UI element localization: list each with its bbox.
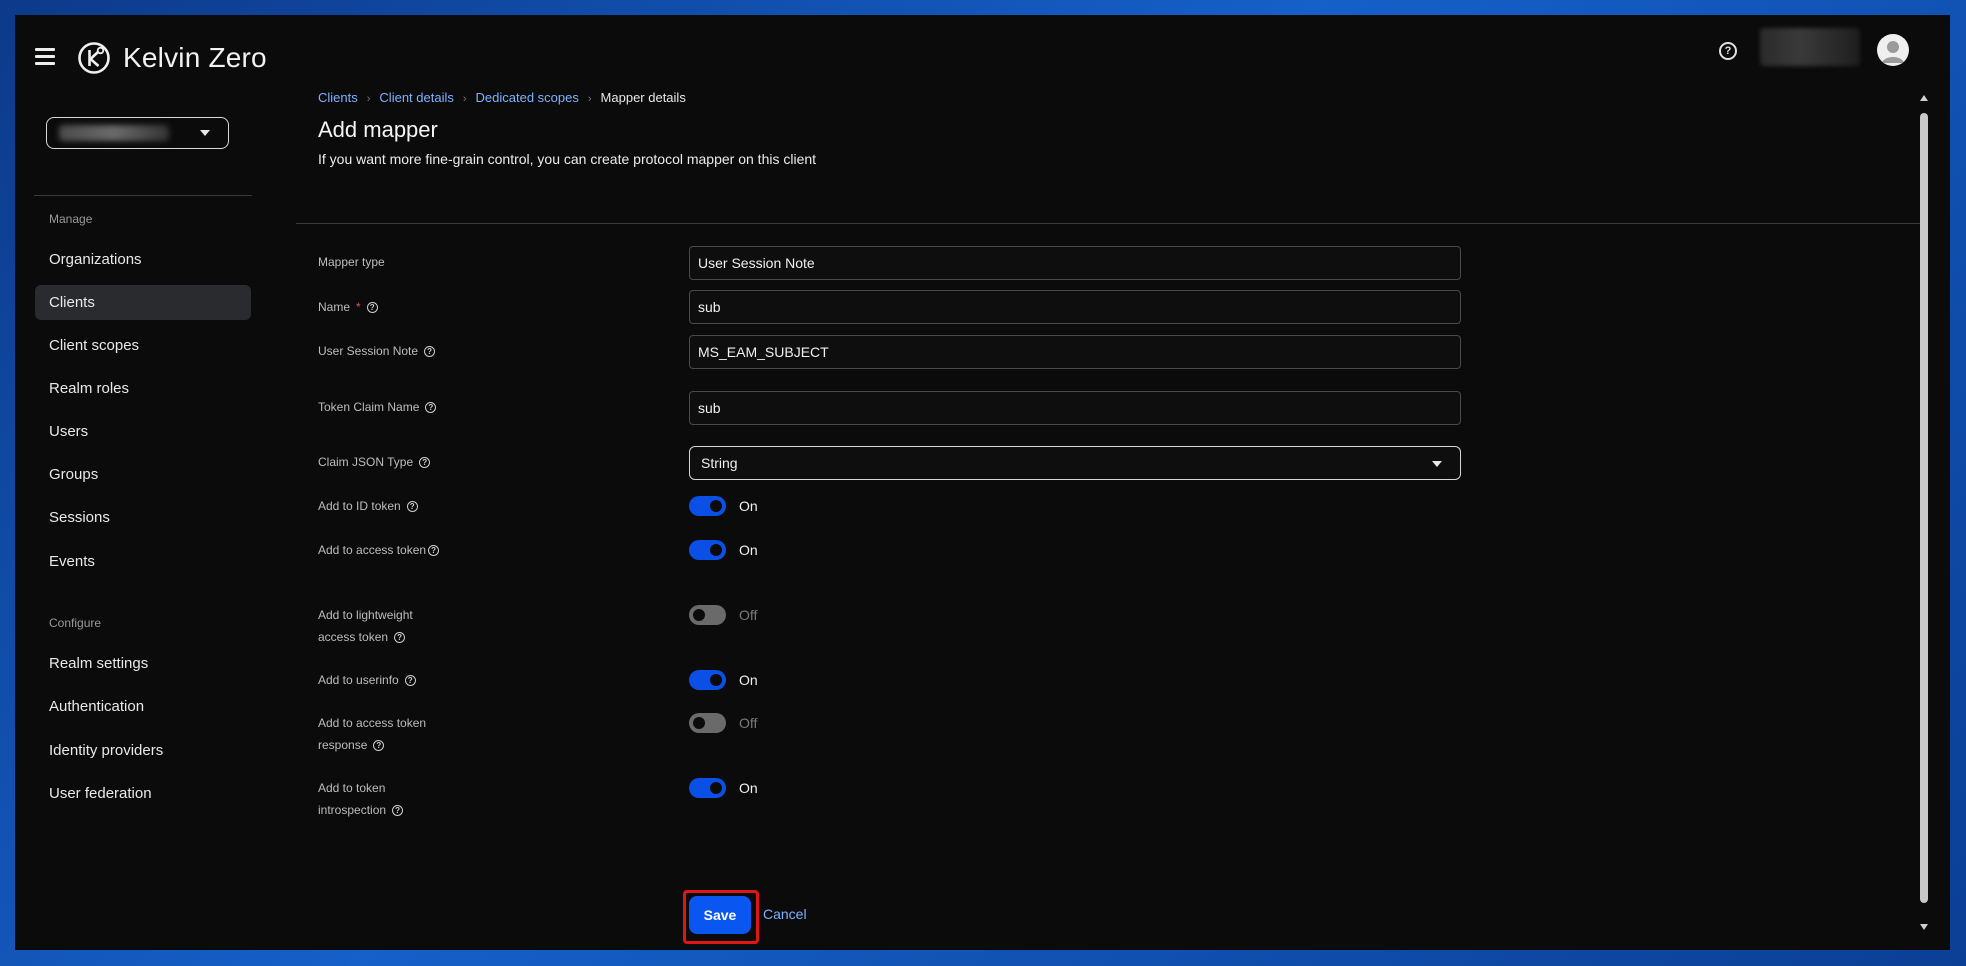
help-icon[interactable]: ?	[404, 675, 416, 687]
help-icon[interactable]: ?	[394, 632, 406, 644]
access-token-label: Add to access token?	[318, 539, 443, 561]
sidebar-item-events[interactable]: Events	[35, 544, 251, 579]
scroll-up-arrow-icon[interactable]	[1920, 95, 1928, 101]
token-introspection-toggle[interactable]	[689, 778, 726, 798]
help-icon[interactable]: ?	[373, 740, 385, 752]
lightweight-token-state: Off	[739, 607, 758, 623]
sidebar-item-users[interactable]: Users	[35, 414, 251, 449]
realm-name-redacted	[59, 125, 169, 141]
sidebar-item-organizations[interactable]: Organizations	[35, 242, 251, 277]
sidebar-group-configure: Configure	[49, 616, 102, 630]
help-icon[interactable]: ?	[1719, 42, 1737, 60]
section-divider	[296, 223, 1920, 224]
cancel-button[interactable]: Cancel	[763, 906, 807, 922]
user-avatar-icon	[1882, 41, 1904, 63]
help-icon[interactable]: ?	[425, 402, 437, 414]
sidebar-item-clients[interactable]: Clients	[35, 285, 251, 320]
claim-json-type-label: Claim JSON Type?	[318, 451, 458, 473]
scroll-thumb[interactable]	[1920, 113, 1928, 903]
hamburger-menu-icon[interactable]	[35, 48, 55, 66]
app-window: Kelvin Zero ? Manage Organizations Clien…	[15, 15, 1950, 950]
save-button[interactable]: Save	[689, 896, 751, 934]
page-description: If you want more fine-grain control, you…	[318, 151, 817, 167]
access-token-response-state: Off	[739, 715, 758, 731]
chevron-right-icon: ›	[462, 93, 467, 105]
sidebar-item-user-federation[interactable]: User federation	[35, 776, 251, 811]
help-icon[interactable]: ?	[424, 346, 436, 358]
access-token-response-toggle[interactable]	[689, 713, 726, 733]
sidebar-group-manage: Manage	[49, 212, 93, 226]
name-label: Name *?	[318, 296, 438, 318]
sidebar-item-realm-settings[interactable]: Realm settings	[35, 646, 251, 681]
help-icon[interactable]: ?	[419, 457, 431, 469]
help-icon[interactable]: ?	[392, 805, 404, 817]
mapper-type-field[interactable]	[689, 246, 1461, 280]
token-claim-name-field[interactable]	[689, 391, 1461, 425]
lightweight-token-label: Add to lightweight access token?	[318, 608, 413, 644]
avatar[interactable]	[1877, 34, 1909, 66]
userinfo-state: On	[739, 672, 758, 688]
help-icon[interactable]: ?	[406, 501, 418, 513]
help-icon[interactable]: ?	[428, 545, 440, 557]
scroll-down-arrow-icon[interactable]	[1920, 924, 1928, 930]
lightweight-token-toggle[interactable]	[689, 605, 726, 625]
userinfo-label: Add to userinfo?	[318, 669, 438, 691]
required-marker: *	[356, 300, 361, 314]
name-field[interactable]	[689, 290, 1461, 324]
realm-selector[interactable]	[46, 117, 229, 149]
caret-down-icon	[200, 130, 210, 136]
chevron-right-icon: ›	[366, 93, 371, 105]
username-redacted[interactable]	[1760, 28, 1860, 66]
id-token-label: Add to ID token?	[318, 495, 438, 517]
sidebar-item-client-scopes[interactable]: Client scopes	[35, 328, 251, 363]
claim-json-type-select[interactable]: String	[689, 446, 1461, 480]
user-session-note-label: User Session Note?	[318, 340, 458, 362]
sidebar-item-realm-roles[interactable]: Realm roles	[35, 371, 251, 406]
id-token-state: On	[739, 498, 758, 514]
sidebar-item-identity-providers[interactable]: Identity providers	[35, 733, 251, 768]
sidebar-item-authentication[interactable]: Authentication	[35, 689, 251, 724]
breadcrumb-current: Mapper details	[600, 90, 686, 105]
token-claim-name-label: Token Claim Name?	[318, 396, 458, 418]
help-icon[interactable]: ?	[366, 302, 378, 314]
brand-name: Kelvin Zero	[123, 42, 267, 73]
sidebar-divider	[34, 195, 252, 196]
mapper-type-label: Mapper type	[318, 255, 385, 269]
id-token-toggle[interactable]	[689, 496, 726, 516]
user-session-note-field[interactable]	[689, 335, 1461, 369]
kelvin-zero-logo-icon	[78, 42, 110, 74]
chevron-right-icon: ›	[587, 93, 592, 105]
sidebar-item-sessions[interactable]: Sessions	[35, 500, 251, 535]
sidebar: Manage Organizations Clients Client scop…	[15, 95, 260, 950]
token-introspection-label: Add to token introspection?	[318, 777, 428, 821]
caret-down-icon	[1432, 461, 1442, 467]
breadcrumb-dedicated-scopes[interactable]: Dedicated scopes	[476, 90, 579, 105]
access-token-response-label: Add to access token response?	[318, 716, 427, 752]
scrollbar[interactable]	[1918, 95, 1930, 930]
top-header: Kelvin Zero ?	[15, 15, 1950, 95]
userinfo-toggle[interactable]	[689, 670, 726, 690]
access-token-toggle[interactable]	[689, 540, 726, 560]
page-title: Add mapper	[318, 117, 438, 142]
access-token-state: On	[739, 542, 758, 558]
sidebar-item-groups[interactable]: Groups	[35, 457, 251, 492]
breadcrumb-clients[interactable]: Clients	[318, 90, 358, 105]
breadcrumb: Clients › Client details › Dedicated scopes ›…	[318, 90, 686, 105]
token-introspection-state: On	[739, 780, 758, 796]
breadcrumb-client-details[interactable]: Client details	[379, 90, 453, 105]
claim-json-type-value: String	[701, 455, 738, 471]
main-content: Clients › Client details › Dedicated scopes ›…	[260, 90, 1920, 950]
